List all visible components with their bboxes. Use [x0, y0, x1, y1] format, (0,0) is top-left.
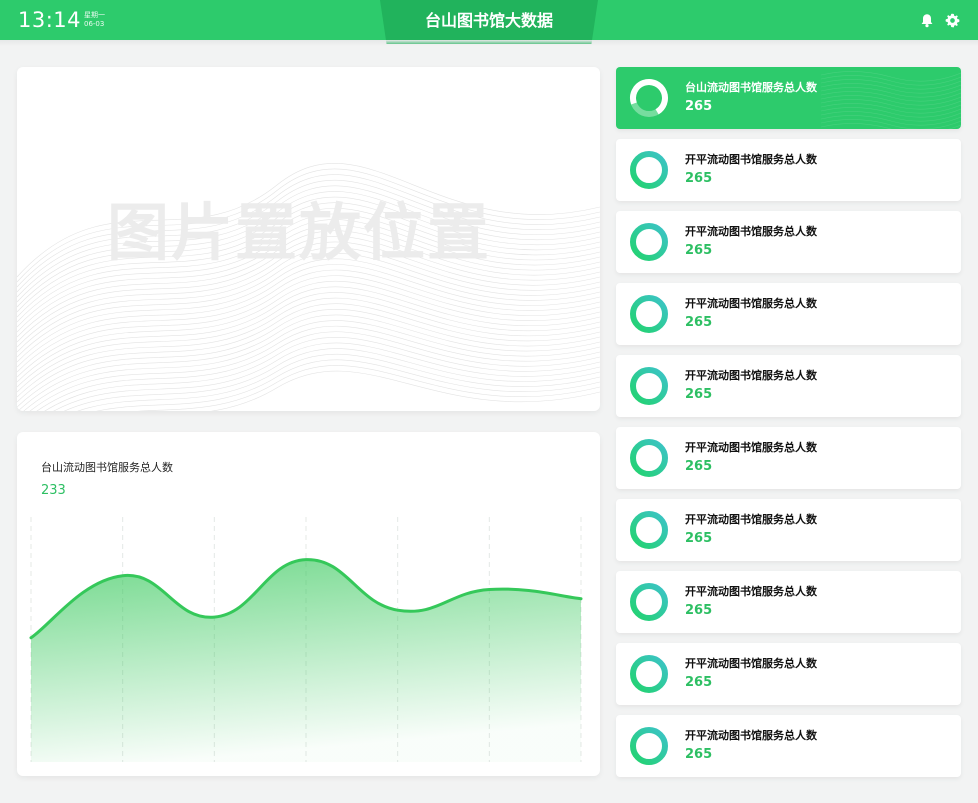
stat-card[interactable]: 开平流动图书馆服务总人数 265: [616, 571, 961, 633]
bell-icon[interactable]: [919, 12, 935, 28]
weekday-label: 星期一: [84, 11, 105, 19]
gear-icon[interactable]: [944, 12, 960, 28]
stat-card-value: 265: [685, 99, 713, 114]
area-chart: [29, 517, 583, 762]
donut-ring-icon: [630, 511, 668, 549]
stat-card-label: 开平流动图书馆服务总人数: [685, 657, 817, 670]
stat-card-value: 265: [685, 171, 713, 186]
card-texture-decoration: [821, 71, 961, 129]
donut-ring-icon: [630, 223, 668, 261]
date-block: 星期一 06-03: [84, 11, 105, 29]
stat-card-label: 开平流动图书馆服务总人数: [685, 297, 817, 310]
stat-card-value: 265: [685, 387, 713, 402]
stat-card[interactable]: 开平流动图书馆服务总人数 265: [616, 643, 961, 705]
clock-time: 13:14: [18, 8, 82, 32]
stat-card[interactable]: 开平流动图书馆服务总人数 265: [616, 211, 961, 273]
stat-card[interactable]: 开平流动图书馆服务总人数 265: [616, 427, 961, 489]
image-placeholder-text: 图片置放位置: [107, 196, 492, 269]
donut-ring-icon: [630, 655, 668, 693]
stat-card-label: 开平流动图书馆服务总人数: [685, 441, 817, 454]
donut-ring-icon: [630, 295, 668, 333]
stat-card[interactable]: 开平流动图书馆服务总人数 265: [616, 355, 961, 417]
stat-card-label: 开平流动图书馆服务总人数: [685, 369, 817, 382]
stat-card[interactable]: 台山流动图书馆服务总人数 265: [616, 67, 961, 129]
image-placeholder-panel: 图片置放位置: [17, 67, 600, 411]
stat-card-label: 开平流动图书馆服务总人数: [685, 585, 817, 598]
donut-ring-icon: [630, 727, 668, 765]
stat-card-value: 265: [685, 243, 713, 258]
stat-card-label: 开平流动图书馆服务总人数: [685, 153, 817, 166]
stat-card-label: 台山流动图书馆服务总人数: [685, 81, 817, 94]
stat-card[interactable]: 开平流动图书馆服务总人数 265: [616, 715, 961, 777]
stat-card-label: 开平流动图书馆服务总人数: [685, 513, 817, 526]
stat-card-value: 265: [685, 675, 713, 690]
stat-card[interactable]: 开平流动图书馆服务总人数 265: [616, 499, 961, 561]
page-title: 台山图书馆大数据: [424, 11, 553, 30]
stat-card-value: 265: [685, 315, 713, 330]
stat-card-value: 265: [685, 459, 713, 474]
donut-ring-icon: [630, 79, 668, 118]
stat-card[interactable]: 开平流动图书馆服务总人数 265: [616, 283, 961, 345]
stat-card-label: 开平流动图书馆服务总人数: [685, 225, 817, 238]
donut-ring-icon: [630, 583, 668, 621]
donut-ring-icon: [630, 439, 668, 477]
date-label: 06-03: [84, 20, 105, 28]
donut-ring-icon: [630, 151, 668, 189]
donut-ring-icon: [630, 367, 668, 405]
stat-card-value: 265: [685, 747, 713, 762]
top-bar: 13:14 星期一 06-03 台山图书馆大数据: [0, 0, 978, 44]
stat-card-value: 265: [685, 531, 713, 546]
stat-card[interactable]: 开平流动图书馆服务总人数 265: [616, 139, 961, 201]
header-shadow: [0, 40, 978, 46]
stat-card-value: 265: [685, 603, 713, 618]
chart-panel: 台山流动图书馆服务总人数 233: [17, 432, 600, 776]
stat-card-label: 开平流动图书馆服务总人数: [685, 729, 817, 742]
